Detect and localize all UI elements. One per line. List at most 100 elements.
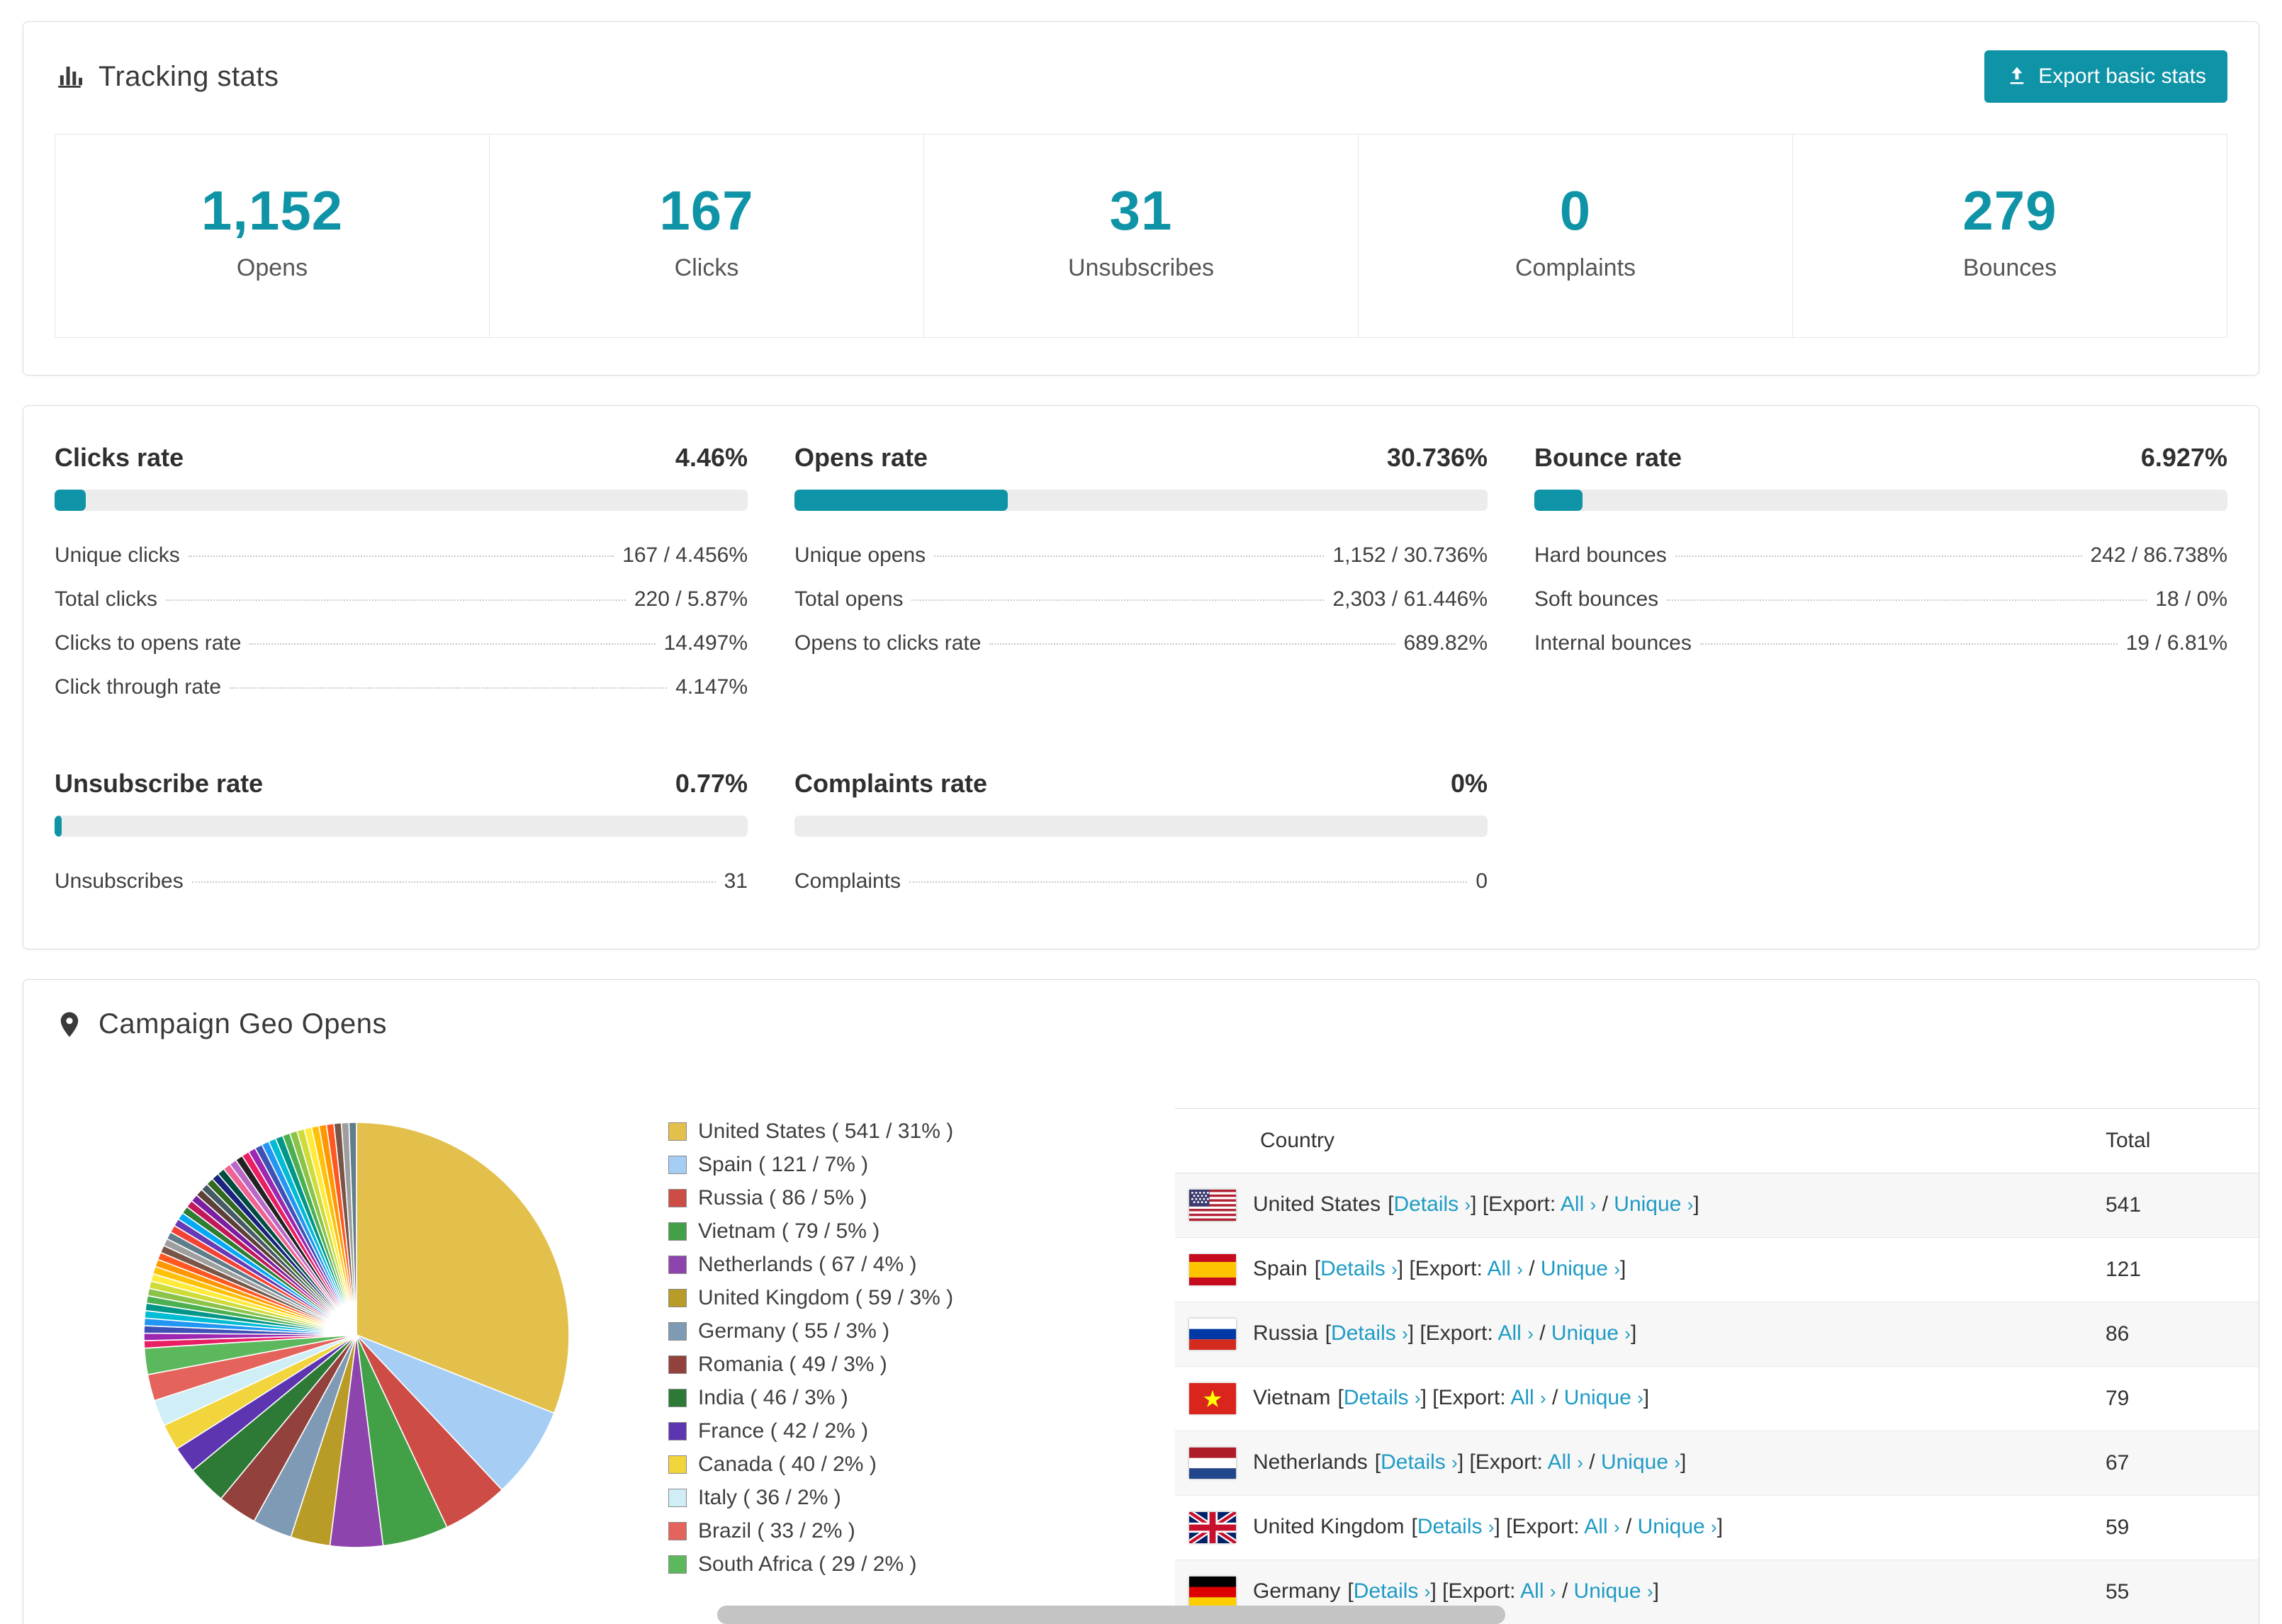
legend-label: Brazil ( 33 / 2% ) [698,1519,855,1543]
rate-percent: 0% [1450,769,1488,798]
export-unique-link-ru[interactable]: Unique › [1551,1321,1631,1345]
details-link-us[interactable]: Details › [1393,1192,1471,1216]
flag-de-icon [1189,1577,1236,1608]
legend-label: Netherlands ( 67 / 4% ) [698,1253,917,1276]
legend-label: Germany ( 55 / 3% ) [698,1319,890,1343]
export-all-link-vn[interactable]: All › [1510,1386,1546,1409]
legend-item-united-kingdom[interactable]: United Kingdom ( 59 / 3% ) [668,1286,1008,1310]
legend-label: India ( 46 / 3% ) [698,1386,848,1409]
detail-label: Opens to clicks rate [794,631,982,655]
legend-item-brazil[interactable]: Brazil ( 33 / 2% ) [668,1519,1008,1543]
legend-item-netherlands[interactable]: Netherlands ( 67 / 4% ) [668,1253,1008,1277]
geo-country-cell: Russia [Details ›] [Export: All › / Uniqu… [1175,1302,2089,1367]
rate-block-bounce-rate: Bounce rate 6.927% Hard bounces 242 / 86.73… [1534,443,2227,709]
detail-row-total-opens: Total opens 2,303 / 61.446% [794,577,1488,621]
dotted-leader [934,556,1325,557]
rate-percent: 0.77% [675,769,748,798]
details-link-de[interactable]: Details › [1354,1579,1431,1603]
legend-item-italy[interactable]: Italy ( 36 / 2% ) [668,1486,1008,1510]
bracket: ] [1397,1256,1410,1280]
legend-swatch [668,1256,687,1274]
legend-item-vietnam[interactable]: Vietnam ( 79 / 5% ) [668,1219,1008,1244]
bar-chart-icon [55,62,84,91]
bracket: / [1619,1514,1638,1538]
link-arrow-icon: › [1464,1193,1471,1215]
flag-ru-icon [1189,1319,1236,1350]
geo-table: Country Total United States [Details ›] [E… [1175,1108,2259,1624]
export-label: [Export: [1409,1256,1488,1280]
details-link-vn[interactable]: Details › [1344,1386,1421,1409]
bracket: [ [1325,1321,1332,1345]
flag-vn-icon [1189,1383,1236,1414]
detail-row-click-through-rate: Click through rate 4.147% [55,665,748,709]
geo-legend: United States ( 541 / 31% ) Spain ( 121 /… [668,1120,1008,1586]
export-unique-link-gb[interactable]: Unique › [1638,1515,1717,1538]
detail-value: 167 / 4.456% [622,543,748,567]
link-arrow-icon: › [1488,1516,1495,1538]
link-arrow-icon: › [1527,1322,1534,1344]
export-basic-stats-button[interactable]: Export basic stats [1984,50,2227,103]
details-link-gb[interactable]: Details › [1417,1515,1495,1538]
legend-swatch [668,1355,687,1374]
detail-label: Unsubscribes [55,869,184,893]
rate-progress-track [55,816,748,837]
export-unique-link-es[interactable]: Unique › [1541,1257,1620,1280]
export-unique-link-de[interactable]: Unique › [1574,1579,1653,1603]
geo-pie-chart [130,1108,583,1562]
export-all-link-ru[interactable]: All › [1498,1321,1534,1345]
details-link-nl[interactable]: Details › [1381,1450,1458,1474]
geo-row-united-kingdom: United Kingdom [Details ›] [Export: All ›… [1175,1496,2259,1560]
export-all-link-us[interactable]: All › [1561,1192,1596,1216]
export-unique-link-nl[interactable]: Unique › [1601,1450,1680,1474]
rate-progress-track [55,490,748,511]
legend-item-romania[interactable]: Romania ( 49 / 3% ) [668,1353,1008,1377]
bracket: ] [1643,1385,1650,1409]
stat-value: 0 [1559,179,1592,242]
legend-item-germany[interactable]: Germany ( 55 / 3% ) [668,1319,1008,1343]
legend-swatch [668,1122,687,1141]
geo-col-country: Country [1260,1129,1335,1152]
horizontal-scrollbar-thumb[interactable] [717,1606,1505,1624]
detail-label: Clicks to opens rate [55,631,242,655]
legend-item-south-africa[interactable]: South Africa ( 29 / 2% ) [668,1552,1008,1577]
rate-progress-fill [55,816,62,837]
export-label: [Export: [1469,1450,1548,1474]
details-link-es[interactable]: Details › [1320,1257,1398,1280]
legend-label: Vietnam ( 79 / 5% ) [698,1219,880,1243]
geo-content: United States ( 541 / 31% ) Spain ( 121 /… [23,1068,2259,1624]
legend-item-canada[interactable]: Canada ( 40 / 2% ) [668,1453,1008,1477]
stat-value: 31 [1109,179,1173,242]
details-link-ru[interactable]: Details › [1331,1321,1408,1345]
legend-item-united-states[interactable]: United States ( 541 / 31% ) [668,1120,1008,1144]
rate-detail-rows: Unique opens 1,152 / 30.736% Total opens 2,… [794,534,1488,665]
legend-item-russia[interactable]: Russia ( 86 / 5% ) [668,1186,1008,1210]
export-unique-link-vn[interactable]: Unique › [1564,1386,1643,1409]
export-all-link-de[interactable]: All › [1520,1579,1556,1603]
detail-label: Soft bounces [1534,587,1659,611]
legend-item-france[interactable]: France ( 42 / 2% ) [668,1419,1008,1443]
bracket: / [1533,1321,1551,1345]
geo-country-cell: United Kingdom [Details ›] [Export: All ›… [1175,1496,2089,1560]
bracket: [ [1314,1256,1321,1280]
legend-label: Spain ( 121 / 7% ) [698,1153,869,1176]
bracket: / [1522,1256,1541,1280]
map-pin-icon [55,1010,84,1039]
geo-total-cell: 541 [2106,1193,2142,1217]
detail-label: Internal bounces [1534,631,1692,655]
dotted-leader [249,643,656,645]
geo-table-wrap: Country Total United States [Details ›] [E… [1175,1108,2259,1624]
export-all-link-es[interactable]: All › [1488,1257,1523,1280]
legend-item-india[interactable]: India ( 46 / 3% ) [668,1386,1008,1410]
rate-head: Complaints rate 0% [794,769,1488,799]
export-all-link-gb[interactable]: All › [1584,1515,1619,1538]
rate-title: Bounce rate [1534,443,1682,472]
export-all-link-nl[interactable]: All › [1548,1450,1583,1474]
legend-item-spain[interactable]: Spain ( 121 / 7% ) [668,1153,1008,1177]
link-arrow-icon: › [1711,1516,1717,1538]
export-unique-link-us[interactable]: Unique › [1614,1192,1693,1216]
flag-nl-icon [1189,1448,1236,1479]
rate-progress-track [1534,490,2227,511]
geo-total-cell: 121 [2106,1258,2142,1281]
bracket: ] [1653,1579,1659,1603]
link-arrow-icon: › [1646,1580,1653,1602]
